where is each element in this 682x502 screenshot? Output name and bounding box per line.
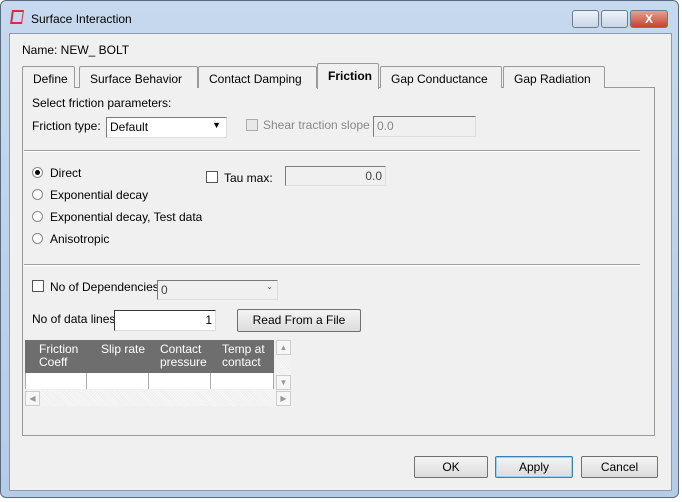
tab-friction[interactable]: Friction — [317, 63, 379, 89]
radio-anisotropic[interactable] — [32, 233, 43, 244]
tau-max-label: Tau max: — [224, 171, 273, 185]
tab-contact-damping[interactable]: Contact Damping — [198, 66, 317, 88]
separator — [24, 150, 640, 152]
name-label: Name: NEW_ BOLT — [22, 43, 130, 57]
apply-button[interactable]: Apply — [495, 456, 573, 478]
shear-traction-checkbox[interactable] — [246, 119, 258, 131]
column-header-friction-coeff[interactable]: Friction Coeff — [25, 340, 87, 373]
radio-direct[interactable] — [32, 167, 43, 178]
app-icon — [10, 10, 24, 24]
tab-gap-radiation[interactable]: Gap Radiation — [503, 66, 605, 88]
horizontal-scrollbar[interactable] — [25, 390, 291, 406]
friction-type-label: Friction type: — [32, 119, 101, 133]
column-header-temp-at-contact[interactable]: Temp at contact — [211, 340, 274, 373]
ok-button[interactable]: OK — [414, 456, 488, 478]
radio-exponential-decay-test-data[interactable] — [32, 211, 43, 222]
maximize-button[interactable] — [601, 10, 628, 28]
shear-traction-input[interactable]: 0.0 — [373, 116, 476, 137]
chevron-down-icon: ⌄ — [266, 282, 273, 291]
radio-exponential-decay-test-data-label: Exponential decay, Test data — [50, 210, 203, 224]
friction-type-value: Default — [110, 120, 149, 134]
table-cell[interactable] — [87, 373, 149, 389]
scroll-right-icon[interactable]: ▶ — [276, 391, 291, 406]
minimize-button[interactable] — [572, 10, 599, 28]
tab-surface-behavior[interactable]: Surface Behavior — [79, 66, 198, 88]
table-cell[interactable] — [149, 373, 211, 389]
dependencies-label: No of Dependencies — [50, 280, 159, 294]
radio-exponential-decay[interactable] — [32, 189, 43, 200]
dependencies-select[interactable]: 0 ⌄ — [157, 280, 278, 300]
table-cell[interactable] — [25, 373, 87, 389]
shear-traction-label: Shear traction slope — [263, 118, 370, 132]
read-from-file-button[interactable]: Read From a File — [237, 309, 361, 332]
separator — [24, 264, 640, 266]
column-header-contact-pressure[interactable]: Contact pressure — [149, 340, 211, 373]
tau-max-checkbox[interactable] — [206, 171, 218, 183]
close-button[interactable]: X — [630, 10, 668, 28]
radio-direct-label: Direct — [50, 166, 82, 180]
radio-anisotropic-label: Anisotropic — [50, 232, 110, 246]
friction-type-select[interactable]: Default ▼ — [106, 117, 227, 138]
data-lines-label: No of data lines — [32, 312, 116, 326]
column-header-slip-rate[interactable]: Slip rate — [87, 340, 149, 373]
cancel-button[interactable]: Cancel — [581, 456, 658, 478]
radio-exponential-decay-label: Exponential decay — [50, 188, 149, 202]
dependencies-checkbox[interactable] — [32, 280, 44, 292]
tab-define[interactable]: Define — [22, 66, 75, 88]
scroll-up-icon[interactable]: ▲ — [276, 340, 291, 355]
data-lines-input[interactable]: 1 — [114, 310, 216, 331]
table-cell[interactable] — [211, 373, 274, 389]
window-title: Surface Interaction — [31, 12, 132, 26]
scroll-left-icon[interactable]: ◀ — [25, 391, 40, 406]
scroll-down-icon[interactable]: ▼ — [276, 375, 291, 390]
dependencies-value: 0 — [161, 283, 168, 297]
select-params-label: Select friction parameters: — [32, 96, 172, 110]
tau-max-input[interactable]: 0.0 — [285, 166, 386, 186]
tab-gap-conductance[interactable]: Gap Conductance — [380, 66, 502, 88]
dropdown-arrow-icon: ▼ — [212, 120, 221, 130]
